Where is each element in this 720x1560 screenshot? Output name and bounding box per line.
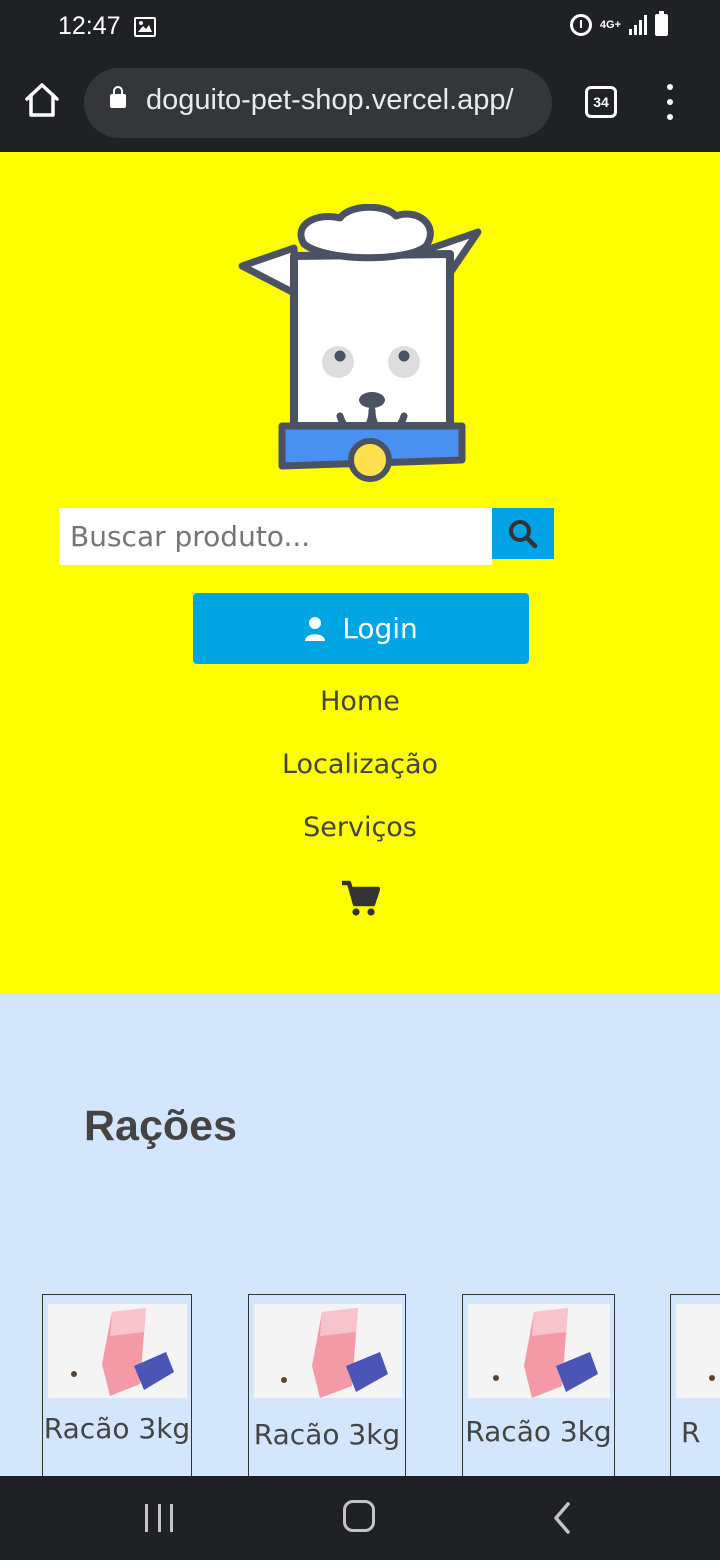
product-name: Racão 3kg — [253, 1418, 401, 1451]
login-label: Login — [342, 612, 418, 645]
battery-icon — [655, 11, 668, 36]
nav-item-localizacao[interactable]: Localização — [0, 747, 720, 810]
site-header: Login Home Localização Serviços — [0, 152, 720, 994]
product-name: R — [681, 1416, 701, 1449]
search-button[interactable] — [492, 508, 554, 559]
product-image — [676, 1304, 720, 1398]
browser-home-button[interactable] — [22, 80, 62, 120]
browser-toolbar: doguito-pet-shop.vercel.app/ 34 — [0, 56, 720, 152]
image-notification-icon — [134, 17, 156, 37]
search-icon — [509, 520, 538, 549]
product-card[interactable]: R — [670, 1294, 720, 1476]
url-text: doguito-pet-shop.vercel.app/ — [146, 84, 514, 116]
dog-chef-logo-icon[interactable] — [230, 203, 490, 484]
home-icon — [25, 83, 59, 117]
home-circle-icon[interactable] — [343, 1500, 375, 1532]
signal-icon — [629, 15, 647, 35]
alarm-icon — [569, 14, 592, 36]
products-section: Rações Racão 3kg Racão 3kg Racão 3kg R — [0, 994, 720, 1476]
cart-icon[interactable] — [340, 878, 381, 918]
search-input[interactable] — [59, 508, 492, 565]
login-button[interactable]: Login — [193, 593, 529, 664]
recents-icon[interactable] — [145, 1504, 173, 1532]
status-icons: 4G+ — [569, 11, 668, 36]
product-image — [48, 1304, 187, 1398]
android-navigation-bar — [0, 1476, 720, 1560]
product-name: Racão 3kg — [43, 1412, 191, 1445]
lock-icon — [110, 86, 126, 108]
network-type-label: 4G+ — [599, 19, 621, 31]
product-card[interactable]: Racão 3kg — [42, 1294, 192, 1476]
status-bar: 12:47 4G+ — [0, 0, 720, 56]
product-card[interactable]: Racão 3kg — [248, 1294, 406, 1476]
more-vert-icon[interactable] — [660, 84, 680, 120]
user-icon — [304, 616, 326, 642]
status-time: 12:47 — [58, 12, 121, 40]
section-title: Rações — [84, 1102, 237, 1150]
tab-switcher-button[interactable]: 34 — [585, 86, 617, 118]
product-card[interactable]: Racão 3kg — [462, 1294, 615, 1476]
product-image — [468, 1304, 610, 1398]
back-icon[interactable] — [550, 1500, 574, 1536]
main-nav: Home Localização Serviços — [0, 684, 720, 873]
product-image — [254, 1304, 402, 1398]
nav-item-home[interactable]: Home — [0, 684, 720, 747]
search-form — [59, 508, 554, 565]
nav-item-servicos[interactable]: Serviços — [0, 810, 720, 873]
address-bar[interactable]: doguito-pet-shop.vercel.app/ — [84, 68, 552, 138]
product-name: Racão 3kg — [465, 1415, 612, 1448]
